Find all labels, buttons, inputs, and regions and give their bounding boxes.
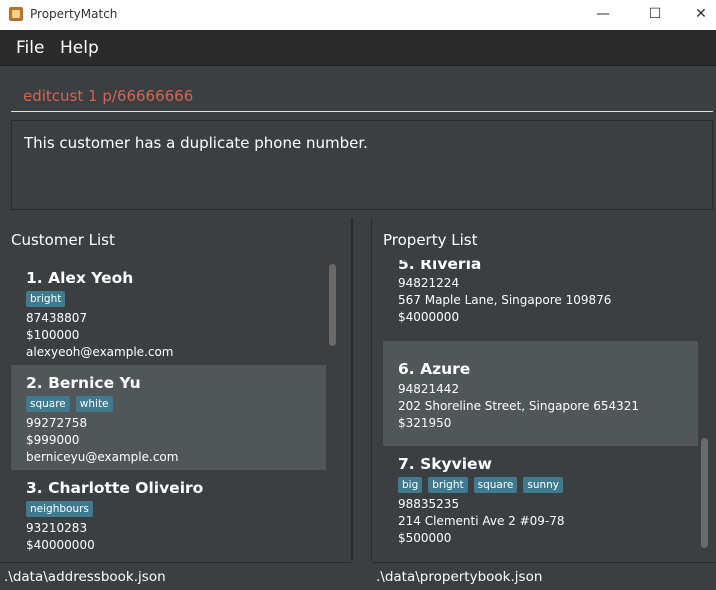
- customer-phone: 93210283: [26, 521, 88, 535]
- command-input[interactable]: [11, 76, 713, 112]
- customer-scrollbar[interactable]: [327, 260, 337, 552]
- minimize-button[interactable]: —: [580, 0, 626, 30]
- property-card[interactable]: 5. Riveria 94821224 567 Maple Lane, Sing…: [383, 260, 698, 341]
- customer-file-path: .\data\addressbook.json: [4, 569, 166, 585]
- property-tags: big bright square sunny: [398, 477, 564, 493]
- customer-list[interactable]: 1. Alex Yeoh bright 87438807 $100000 ale…: [11, 260, 341, 552]
- property-name: 6. Azure: [398, 360, 471, 378]
- property-list-title: Property List: [383, 231, 478, 249]
- customer-budget: $40000000: [26, 538, 95, 552]
- tag: white: [75, 396, 113, 412]
- customer-status-bar: .\data\addressbook.json: [0, 562, 352, 590]
- customer-email: berniceyu@example.com: [26, 450, 179, 464]
- property-address: 567 Maple Lane, Singapore 109876: [398, 293, 612, 307]
- customer-name: 3. Charlotte Oliveiro: [26, 479, 204, 497]
- property-address: 214 Clementi Ave 2 #09-78: [398, 514, 565, 528]
- customer-card[interactable]: 3. Charlotte Oliveiro neighbours 9321028…: [11, 470, 326, 552]
- property-file-path: .\data\propertybook.json: [376, 569, 543, 585]
- menu-bar: File Help: [0, 30, 716, 66]
- tag: neighbours: [26, 501, 93, 517]
- customer-name: 2. Bernice Yu: [26, 374, 141, 392]
- close-button[interactable]: ✕: [678, 0, 716, 30]
- command-box: [0, 66, 716, 118]
- menu-help[interactable]: Help: [60, 38, 99, 58]
- property-name: 7. Skyview: [398, 455, 492, 473]
- customer-phone: 87438807: [26, 311, 88, 325]
- customer-phone: 99272758: [26, 416, 88, 430]
- customer-budget: $999000: [26, 433, 80, 447]
- customer-email: alexyeoh@example.com: [26, 345, 174, 359]
- result-message: This customer has a duplicate phone numb…: [24, 134, 368, 152]
- tag: bright: [26, 291, 66, 307]
- result-display: This customer has a duplicate phone numb…: [11, 120, 713, 210]
- maximize-button[interactable]: ☐: [632, 0, 678, 30]
- property-panel: Property List 5. Riveria 94821224 567 Ma…: [372, 218, 716, 561]
- tag: square: [473, 477, 518, 493]
- tag: bright: [428, 477, 468, 493]
- customer-name: 1. Alex Yeoh: [26, 269, 134, 287]
- customer-list-title: Customer List: [11, 231, 115, 249]
- customer-panel: Customer List 1. Alex Yeoh bright 874388…: [0, 218, 352, 561]
- customer-card[interactable]: 2. Bernice Yu square white 99272758 $999…: [11, 365, 326, 470]
- property-phone: 94821442: [398, 382, 460, 396]
- property-phone: 98835235: [398, 497, 460, 511]
- property-address: 202 Shoreline Street, Singapore 654321: [398, 399, 640, 413]
- customer-scroll-thumb[interactable]: [329, 264, 336, 346]
- property-card[interactable]: 7. Skyview big bright square sunny 98835…: [383, 446, 698, 552]
- tag: big: [398, 477, 423, 493]
- customer-tags: square white: [26, 396, 113, 412]
- property-price: $4000000: [398, 310, 460, 324]
- property-status-bar: .\data\propertybook.json: [372, 562, 716, 590]
- customer-tags: bright: [26, 291, 66, 307]
- property-card[interactable]: 6. Azure 94821442 202 Shoreline Street, …: [383, 341, 698, 446]
- tag: square: [26, 396, 70, 412]
- panel-divider: [352, 218, 372, 561]
- property-price: $500000: [398, 531, 452, 545]
- tag: sunny: [523, 477, 564, 493]
- app-icon: [9, 7, 23, 21]
- customer-budget: $100000: [26, 328, 80, 342]
- property-price: $321950: [398, 416, 452, 430]
- customer-card[interactable]: 1. Alex Yeoh bright 87438807 $100000 ale…: [11, 260, 326, 365]
- menu-file[interactable]: File: [16, 38, 44, 58]
- property-scrollbar[interactable]: [699, 260, 709, 552]
- title-bar: PropertyMatch — ☐ ✕: [0, 0, 716, 30]
- property-scroll-thumb[interactable]: [701, 438, 708, 548]
- property-phone: 94821224: [398, 276, 460, 290]
- window-title: PropertyMatch: [30, 7, 118, 21]
- customer-tags: neighbours: [26, 501, 93, 517]
- property-list[interactable]: 5. Riveria 94821224 567 Maple Lane, Sing…: [383, 260, 713, 552]
- property-name: 5. Riveria: [398, 260, 482, 273]
